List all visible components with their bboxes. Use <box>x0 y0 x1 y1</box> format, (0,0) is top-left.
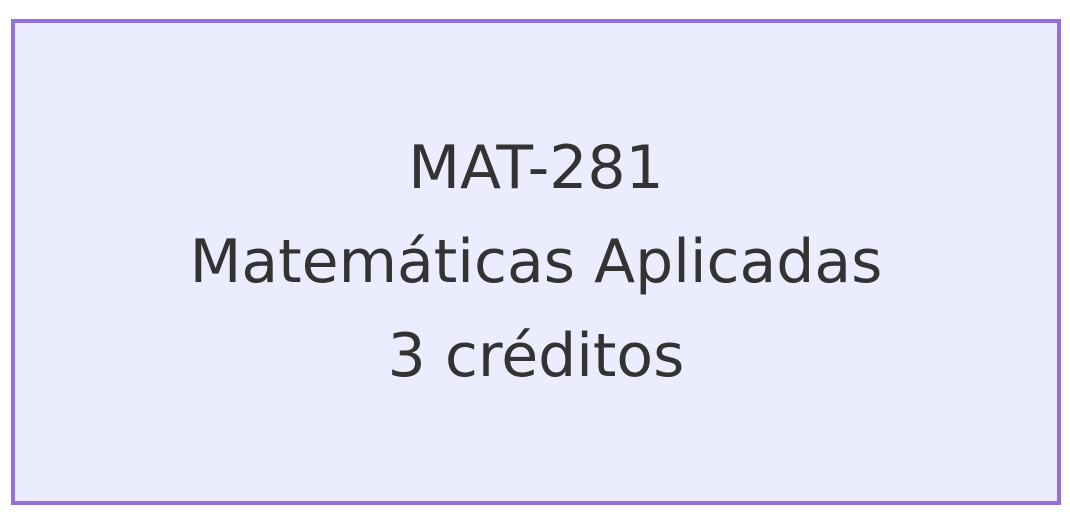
course-credits: 3 créditos <box>387 321 685 391</box>
course-node: MAT-281 Matemáticas Aplicadas 3 créditos <box>11 19 1061 505</box>
course-code: MAT-281 <box>408 133 664 203</box>
course-name: Matemáticas Aplicadas <box>189 227 883 297</box>
